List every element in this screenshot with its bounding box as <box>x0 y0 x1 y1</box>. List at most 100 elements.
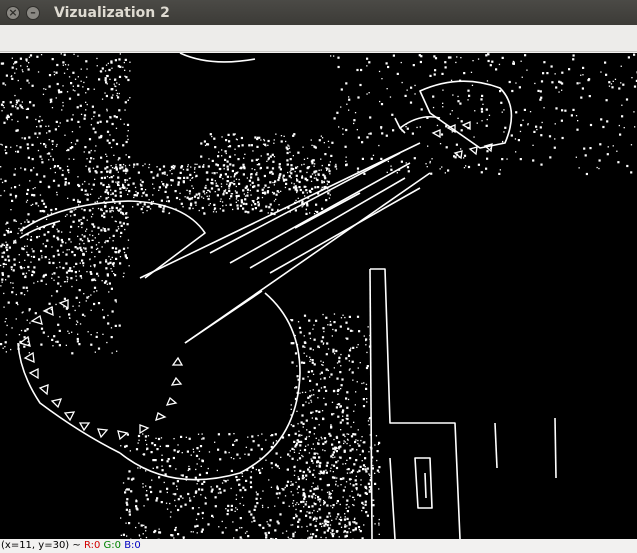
noise-dot <box>83 242 85 245</box>
noise-dot <box>66 281 68 283</box>
noise-dot <box>176 480 179 483</box>
title-bar[interactable]: × – Vizualization 2 <box>0 0 637 25</box>
noise-dot <box>58 344 61 347</box>
noise-dot <box>5 152 8 155</box>
noise-dot <box>176 485 178 487</box>
noise-dot <box>306 355 308 357</box>
noise-dot <box>275 452 278 455</box>
noise-dot <box>206 192 208 194</box>
noise-dot <box>633 53 636 56</box>
noise-dot <box>117 96 120 99</box>
noise-dot <box>332 328 334 331</box>
noise-dot <box>187 492 190 496</box>
noise-dot <box>308 166 311 168</box>
noise-dot <box>36 126 38 128</box>
noise-dot <box>146 210 148 212</box>
noise-dot <box>312 349 314 351</box>
noise-dot <box>305 445 307 447</box>
noise-dot <box>290 491 292 493</box>
noise-dot <box>606 153 609 156</box>
noise-dot <box>61 241 64 244</box>
noise-dot <box>186 450 189 453</box>
noise-dot <box>113 265 115 267</box>
noise-dot <box>5 334 8 336</box>
noise-dot <box>50 155 52 157</box>
noise-dot <box>10 268 13 271</box>
noise-dot <box>290 172 293 175</box>
noise-dot <box>340 317 343 319</box>
noise-dot <box>0 264 2 267</box>
noise-dot <box>92 167 95 169</box>
noise-dot <box>56 236 59 239</box>
noise-dot <box>320 135 322 137</box>
noise-dot <box>387 65 390 69</box>
image-canvas[interactable] <box>0 53 637 539</box>
noise-dot <box>305 514 308 517</box>
noise-dot <box>315 520 317 522</box>
noise-dot <box>95 335 98 338</box>
noise-dot <box>330 55 332 57</box>
noise-dot <box>207 523 210 526</box>
noise-dot <box>327 348 330 350</box>
noise-dot <box>198 488 201 491</box>
noise-dot <box>13 258 16 261</box>
noise-dot <box>295 443 298 447</box>
noise-dot <box>246 194 249 197</box>
noise-dot <box>117 183 120 186</box>
noise-dot <box>210 490 213 493</box>
noise-dot <box>118 58 121 61</box>
noise-dot <box>51 295 53 297</box>
noise-dot <box>326 167 329 170</box>
noise-dot <box>76 247 79 250</box>
noise-dot <box>319 373 321 375</box>
noise-dot <box>460 129 463 132</box>
noise-dot <box>302 377 305 380</box>
noise-dot <box>69 231 71 233</box>
noise-dot <box>256 145 259 148</box>
noise-dot <box>307 396 310 399</box>
noise-dot <box>455 143 458 146</box>
noise-dot <box>257 158 260 160</box>
noise-dot <box>345 397 348 400</box>
noise-dot <box>280 140 283 143</box>
noise-dot <box>269 171 272 174</box>
noise-dot <box>68 97 72 100</box>
noise-dot <box>41 257 43 259</box>
noise-dot <box>321 489 323 491</box>
noise-dot <box>344 516 346 518</box>
noise-dot <box>2 101 5 104</box>
minimize-button[interactable]: – <box>26 5 40 20</box>
noise-dot <box>75 323 78 326</box>
noise-dot <box>325 389 328 392</box>
noise-dot <box>101 67 104 70</box>
noise-dot <box>99 120 102 123</box>
noise-dot <box>295 503 297 506</box>
noise-dot <box>191 507 194 510</box>
noise-dot <box>368 61 371 64</box>
noise-dot <box>279 168 282 171</box>
noise-dot <box>41 161 44 164</box>
noise-dot <box>219 491 222 494</box>
window-inner-edge <box>424 472 427 499</box>
noise-dot <box>346 406 349 409</box>
close-button[interactable]: × <box>6 5 20 20</box>
noise-dot <box>104 242 106 244</box>
noise-dot <box>26 107 30 110</box>
noise-dot <box>194 168 196 170</box>
noise-dot <box>380 103 384 106</box>
noise-dot <box>338 360 341 363</box>
noise-dot <box>515 111 518 114</box>
noise-dot <box>115 116 118 119</box>
noise-dot <box>315 517 318 520</box>
noise-dot <box>335 483 337 485</box>
noise-dot <box>54 208 58 211</box>
noise-dot <box>608 85 611 87</box>
noise-dot <box>127 216 129 218</box>
noise-dot <box>305 419 308 422</box>
noise-dot <box>579 82 581 84</box>
noise-dot <box>142 533 144 535</box>
noise-dot <box>80 277 83 279</box>
noise-dot <box>66 119 69 122</box>
noise-dot <box>119 195 122 198</box>
noise-dot <box>50 212 53 214</box>
